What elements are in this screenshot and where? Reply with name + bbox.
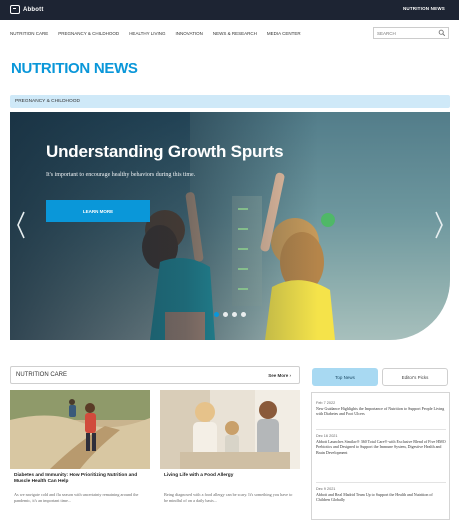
hero-carousel: Understanding Growth Spurts It's importa… bbox=[10, 112, 450, 340]
search-box[interactable] bbox=[373, 27, 449, 39]
section-band: PREGNANCY & CHILDHOOD bbox=[10, 95, 450, 108]
card-image-family[interactable] bbox=[160, 390, 300, 469]
hero-title: Understanding Growth Spurts bbox=[46, 142, 284, 161]
top-bar: Abbott NUTRITION NEWS bbox=[0, 0, 459, 20]
nutrition-care-title: NUTRITION CARE bbox=[16, 372, 67, 378]
divider bbox=[316, 482, 446, 483]
card-title[interactable]: Living Life with a Food Allergy bbox=[164, 473, 296, 479]
see-more-link[interactable]: See More › bbox=[268, 373, 291, 378]
page-title: NUTRITION NEWS bbox=[11, 60, 138, 77]
article-card[interactable]: Diabetes and Immunity: How Prioritizing … bbox=[10, 390, 150, 520]
news-date: Dec 16 2021 bbox=[316, 434, 338, 438]
nav-item-news-research[interactable]: NEWS & RESEARCH bbox=[213, 31, 257, 36]
search-input[interactable] bbox=[377, 29, 437, 38]
tab-editors-picks[interactable]: Editor's Picks bbox=[382, 368, 448, 386]
logo-text: Abbott bbox=[23, 6, 44, 13]
nav-item-innovation[interactable]: INNOVATION bbox=[176, 31, 203, 36]
abbott-logo[interactable]: Abbott bbox=[10, 5, 44, 14]
card-image-hikers[interactable] bbox=[10, 390, 150, 469]
divider bbox=[316, 429, 446, 430]
news-item[interactable]: Dec 16 2021 Abbott Launches Similac® 360… bbox=[316, 434, 446, 455]
carousel-dot[interactable] bbox=[232, 312, 237, 317]
article-card[interactable]: Living Life with a Food Allergy Being di… bbox=[160, 390, 300, 520]
card-title[interactable]: Diabetes and Immunity: How Prioritizing … bbox=[14, 473, 146, 485]
learn-more-button[interactable]: LEARN MORE bbox=[46, 200, 150, 222]
chevron-right-icon: › bbox=[289, 373, 292, 378]
nutrition-news-link[interactable]: NUTRITION NEWS bbox=[403, 6, 445, 11]
news-date: Dec 9 2021 bbox=[316, 487, 336, 491]
news-date: Feb 7 2022 bbox=[316, 401, 336, 405]
carousel-dot[interactable] bbox=[223, 312, 228, 317]
nav-item-nutrition-care[interactable]: NUTRITION CARE bbox=[10, 31, 48, 36]
nav-item-pregnancy-childhood[interactable]: PREGNANCY & CHILDHOOD bbox=[58, 31, 119, 36]
chevron-left-icon[interactable] bbox=[16, 210, 26, 240]
news-title[interactable]: New Guidance Highlights the Importance o… bbox=[316, 406, 446, 417]
nav-items: NUTRITION CARE PREGNANCY & CHILDHOOD HEA… bbox=[10, 31, 301, 36]
news-list: Feb 7 2022 New Guidance Highlights the I… bbox=[311, 392, 450, 520]
hero-subtitle: It's important to encourage healthy beha… bbox=[46, 172, 196, 178]
ruler-marks bbox=[228, 204, 258, 299]
carousel-dots bbox=[214, 312, 246, 317]
section-band-label[interactable]: PREGNANCY & CHILDHOOD bbox=[15, 99, 80, 104]
carousel-dot[interactable] bbox=[241, 312, 246, 317]
news-item[interactable]: Dec 9 2021 Abbott and Real Madrid Team U… bbox=[316, 487, 446, 503]
news-tabs: Top News Editor's Picks bbox=[310, 366, 450, 388]
see-more-label: See More bbox=[268, 373, 289, 378]
news-title[interactable]: Abbott and Real Madrid Team Up to Suppor… bbox=[316, 492, 446, 503]
carousel-dot[interactable] bbox=[214, 312, 219, 317]
tab-top-news[interactable]: Top News bbox=[312, 368, 378, 386]
search-icon[interactable] bbox=[438, 29, 446, 37]
chevron-right-icon[interactable] bbox=[434, 210, 444, 240]
news-item[interactable]: Feb 7 2022 New Guidance Highlights the I… bbox=[316, 401, 446, 417]
news-title[interactable]: Abbott Launches Similac® 360 Total Care®… bbox=[316, 439, 446, 455]
abbott-logo-icon bbox=[10, 5, 20, 14]
card-excerpt: Being diagnosed with a food allergy can … bbox=[164, 492, 293, 503]
nav-item-media-center[interactable]: MEDIA CENTER bbox=[267, 31, 301, 36]
card-excerpt: As we navigate cold and flu season with … bbox=[14, 492, 139, 503]
nutrition-care-header: NUTRITION CARE See More › bbox=[10, 366, 300, 384]
nav-item-healthy-living[interactable]: HEALTHY LIVING bbox=[129, 31, 165, 36]
